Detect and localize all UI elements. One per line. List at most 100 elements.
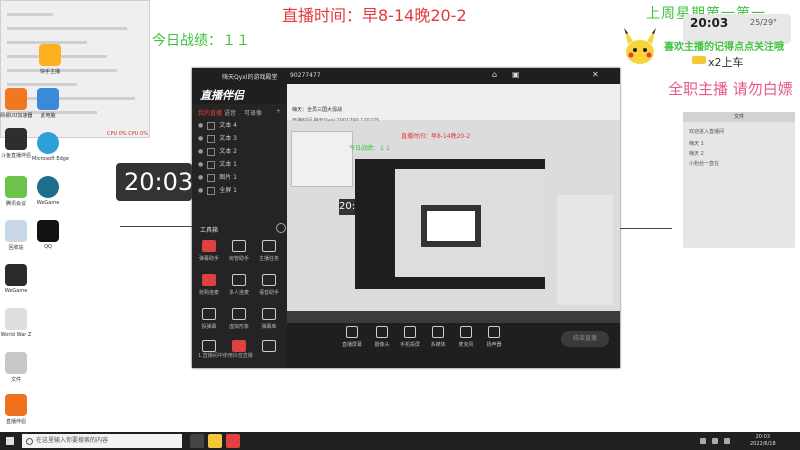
taskview-icon[interactable] xyxy=(190,434,204,448)
app-title: 嗨天Qyxl的游戏殿堂 xyxy=(222,74,278,81)
tool-room-manager[interactable]: 房管助手 xyxy=(226,240,252,262)
live-app-window: 嗨天Qyxl的游戏殿堂 90277477 ⌂ ▣ ✕ 直播伴侣 我的直播 语音 … xyxy=(192,68,620,368)
monitor-icon xyxy=(37,88,59,110)
eye-icon: ● xyxy=(198,187,204,194)
app-titlebar: 嗨天Qyxl的游戏殿堂 90277477 ⌂ ▣ ✕ xyxy=(192,68,620,84)
desktop-icon[interactable]: World War Z xyxy=(0,308,32,338)
tool-voice-assistant[interactable]: 语音助手 xyxy=(256,274,282,296)
recycle-bin-icon xyxy=(5,220,27,242)
widget-weather: 25/29° xyxy=(750,18,778,27)
more-icon[interactable] xyxy=(276,223,286,233)
desktop-icon[interactable]: WeGame xyxy=(32,176,64,206)
network-icon[interactable] xyxy=(712,438,718,444)
app-icon xyxy=(39,44,61,66)
taskbar: 在这里输入你要搜索的内容 20:03 2022/6/18 xyxy=(0,432,800,450)
monitor-icon xyxy=(346,326,358,338)
add-scene-icon[interactable]: + xyxy=(276,108,281,115)
desktop-icon[interactable]: 直播伴侣 xyxy=(0,394,32,425)
tab-recording[interactable]: 可录像 xyxy=(244,108,262,117)
desktop-icon[interactable]: 快手主播 xyxy=(34,44,66,75)
edge-icon xyxy=(37,132,59,154)
gold-badge-text: x2上车 xyxy=(708,56,744,69)
search-icon xyxy=(26,438,33,445)
close-icon[interactable]: ✕ xyxy=(592,70,599,79)
chat-line: 嗨天 2 xyxy=(689,151,704,157)
tool-icon xyxy=(202,240,216,252)
desktop-icon[interactable]: 网易UU加速器 xyxy=(0,88,32,119)
fulltime-anchor-text: 全职主播 请勿白嫖 xyxy=(668,80,793,98)
cpu-readout: CPU 0% CPU 0% xyxy=(107,131,148,137)
app-icon xyxy=(5,308,27,330)
layer-item[interactable]: ● 文本 4 xyxy=(198,120,237,130)
tab-live[interactable]: 我的直播 xyxy=(198,108,222,117)
tool-link-mic[interactable]: 抢购连麦 xyxy=(196,274,222,296)
app-taskbar-icon[interactable] xyxy=(226,434,240,448)
layer-item[interactable]: ● 文本 3 xyxy=(198,133,237,143)
tray-icon[interactable] xyxy=(700,438,706,444)
today-score-text: 今日战绩：１１ xyxy=(152,33,250,49)
tool-item[interactable] xyxy=(256,340,282,355)
tool-anchor-tasks[interactable]: 主播任务 xyxy=(256,240,282,262)
eye-icon: ● xyxy=(198,148,204,155)
desktop-icon[interactable]: 文件 xyxy=(0,352,32,383)
layer-item[interactable]: ● 文本 2 xyxy=(198,146,237,156)
tool-icon xyxy=(232,340,246,352)
chat-panel: 文件 欢迎进入直播间 嗨天 1 嗨天 2 小粉丝一直在 xyxy=(683,112,795,248)
divider xyxy=(620,228,672,229)
nested-chat-panel xyxy=(557,195,613,305)
game-icon[interactable]: ▣ xyxy=(512,70,520,79)
layer-item[interactable]: ● 全屏 1 xyxy=(198,185,237,195)
tool-multi-link[interactable]: 多人连麦 xyxy=(226,274,252,296)
text-layer-icon xyxy=(207,160,216,169)
tool-danmu-library[interactable]: 弹幕库 xyxy=(256,308,282,330)
chat-line: 嗨天 1 xyxy=(689,141,704,147)
home-icon[interactable]: ⌂ xyxy=(492,70,497,79)
windows-start-icon[interactable] xyxy=(6,437,14,445)
app-icon xyxy=(5,128,27,150)
room-header xyxy=(287,84,620,121)
tool-icon xyxy=(262,240,276,252)
app-icon xyxy=(37,176,59,198)
media-icon xyxy=(432,326,444,338)
logo-bar: 直播伴侣 xyxy=(192,84,287,104)
nested-deep-window xyxy=(421,205,481,247)
eye-icon: ● xyxy=(198,174,204,181)
tool-icon xyxy=(262,308,276,320)
tool-cast-danmu[interactable]: 投弹幕 xyxy=(196,308,222,330)
tool-icon xyxy=(232,274,246,286)
eye-icon: ● xyxy=(198,161,204,168)
end-live-button[interactable]: 结束直播 xyxy=(561,331,609,347)
app-icon xyxy=(5,176,27,198)
tool-icon xyxy=(262,340,276,352)
layer-item[interactable]: ● 图片 1 xyxy=(198,172,237,182)
stream-preview[interactable]: 直播时间：早8-14晚20-2 今日战绩：１１ 20:03 xyxy=(287,121,620,323)
tool-avatar[interactable]: 虚拟形象 xyxy=(226,308,252,330)
tools-title: 工具箱 xyxy=(200,227,219,234)
desktop-icon[interactable]: 回收站 xyxy=(0,220,32,251)
sidebar-footer-tip: 1.直播间中使用抖音直播 xyxy=(198,353,253,359)
desktop-icon[interactable]: Microsoft Edge xyxy=(32,132,69,162)
tool-icon xyxy=(202,340,216,352)
tray-clock[interactable]: 20:03 2022/6/18 xyxy=(750,434,776,448)
volume-icon[interactable] xyxy=(724,438,730,444)
tool-icon xyxy=(232,308,246,320)
text-layer-icon xyxy=(207,121,216,130)
tab-voice[interactable]: 语音 xyxy=(224,108,236,117)
desktop-icon[interactable]: 斗鱼直播伴侣 xyxy=(0,128,32,159)
layer-item[interactable]: ● 文本 1 xyxy=(198,159,237,169)
explorer-icon[interactable] xyxy=(208,434,222,448)
desktop-icon[interactable]: WeGame xyxy=(0,264,32,294)
qq-icon xyxy=(37,220,59,242)
speaker-button[interactable]: 扬声器 xyxy=(477,326,511,348)
tool-icon xyxy=(232,240,246,252)
nested-taskbar xyxy=(287,311,620,323)
screen-capture-button[interactable]: 直播屏幕 xyxy=(335,326,369,348)
room-id: 90277477 xyxy=(290,72,321,79)
pikachu-icon xyxy=(624,28,656,64)
taskbar-search-input[interactable]: 在这里输入你要搜索的内容 xyxy=(22,434,182,448)
desktop-icon[interactable]: 此电脑 xyxy=(32,88,64,119)
desktop-icon[interactable]: 腾讯会议 xyxy=(0,176,32,207)
room-title[interactable]: 嗨天：全员三国大混战 xyxy=(292,106,342,113)
desktop-icon[interactable]: QQ xyxy=(32,220,64,250)
tool-danmu-assistant[interactable]: 弹幕助手 xyxy=(196,240,222,262)
